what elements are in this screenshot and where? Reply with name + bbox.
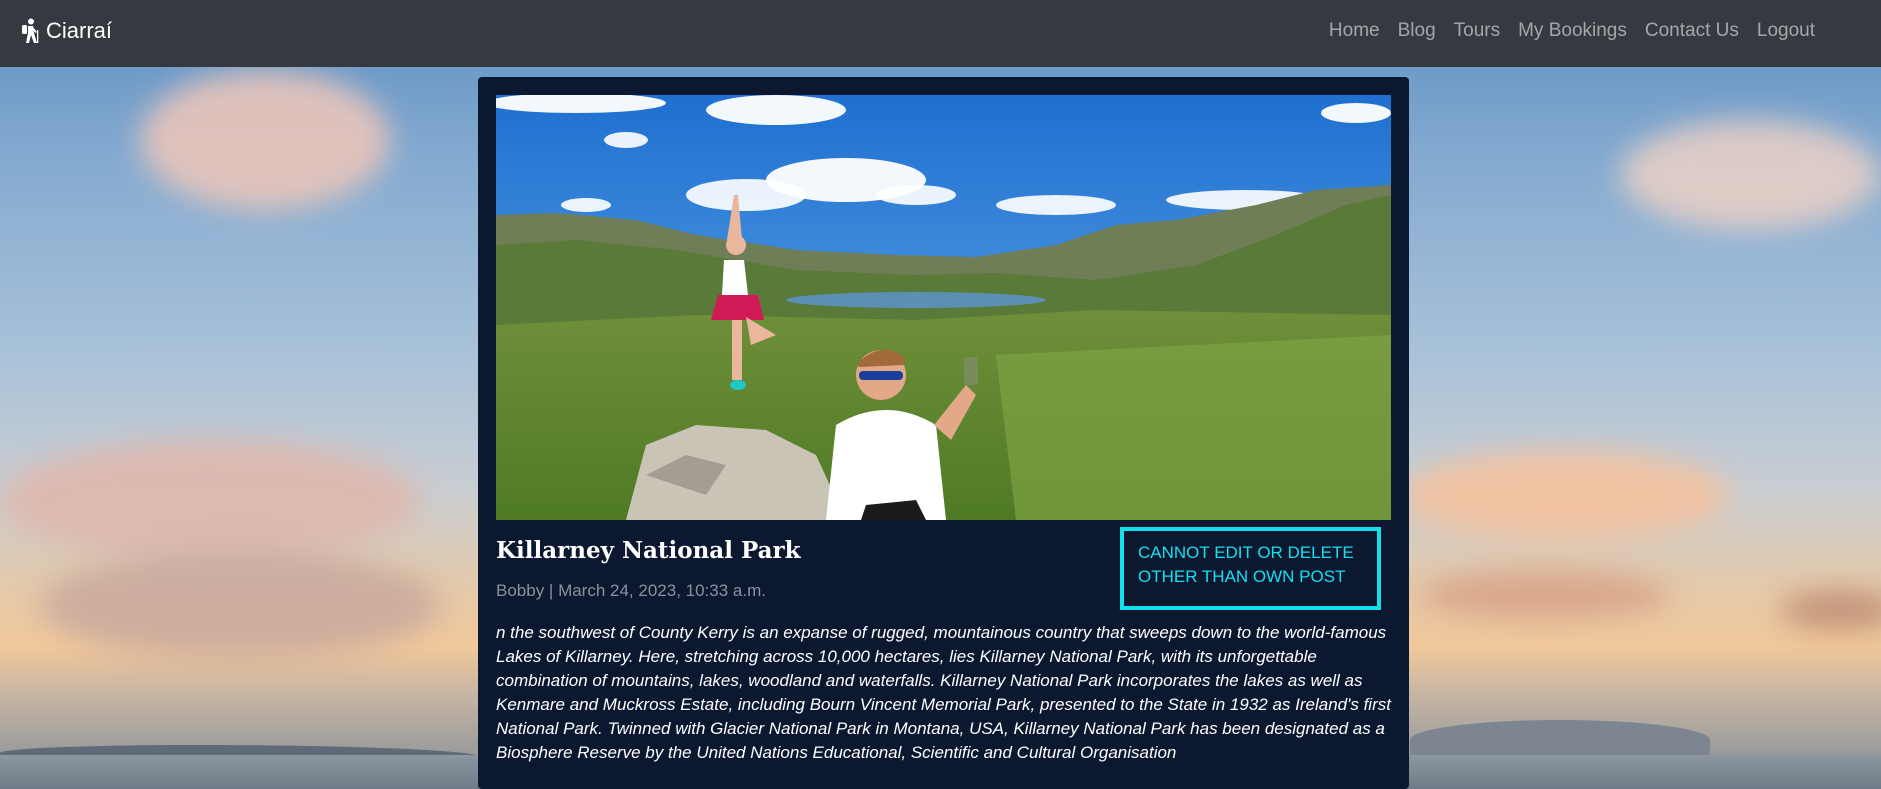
post-body: n the southwest of County Kerry is an ex… (496, 623, 1391, 762)
top-navbar: Ciarraí Home Blog Tours My Bookings Cont… (0, 0, 1881, 67)
post-photo (496, 95, 1391, 520)
nav-tours-link[interactable]: Tours (1454, 20, 1500, 42)
brand-link[interactable]: Ciarraí (20, 18, 112, 44)
nav-my-bookings-link[interactable]: My Bookings (1518, 20, 1627, 42)
post-title: Killarney National Park (496, 537, 801, 564)
nav-contact-us-link[interactable]: Contact Us (1645, 20, 1739, 42)
post-meta: Bobby | March 24, 2023, 10:33 a.m. (496, 581, 766, 600)
hiker-icon (20, 18, 40, 44)
nav-logout-link[interactable]: Logout (1757, 20, 1815, 42)
nav-links: Home Blog Tours My Bookings Contact Us L… (1329, 20, 1815, 42)
edit-restriction-notice: CANNOT EDIT OR DELETE OTHER THAN OWN POS… (1120, 527, 1381, 610)
brand-name: Ciarraí (46, 18, 113, 43)
nav-home-link[interactable]: Home (1329, 20, 1380, 42)
nav-blog-link[interactable]: Blog (1398, 20, 1436, 42)
post-card: Killarney National Park Bobby | March 24… (478, 77, 1409, 789)
